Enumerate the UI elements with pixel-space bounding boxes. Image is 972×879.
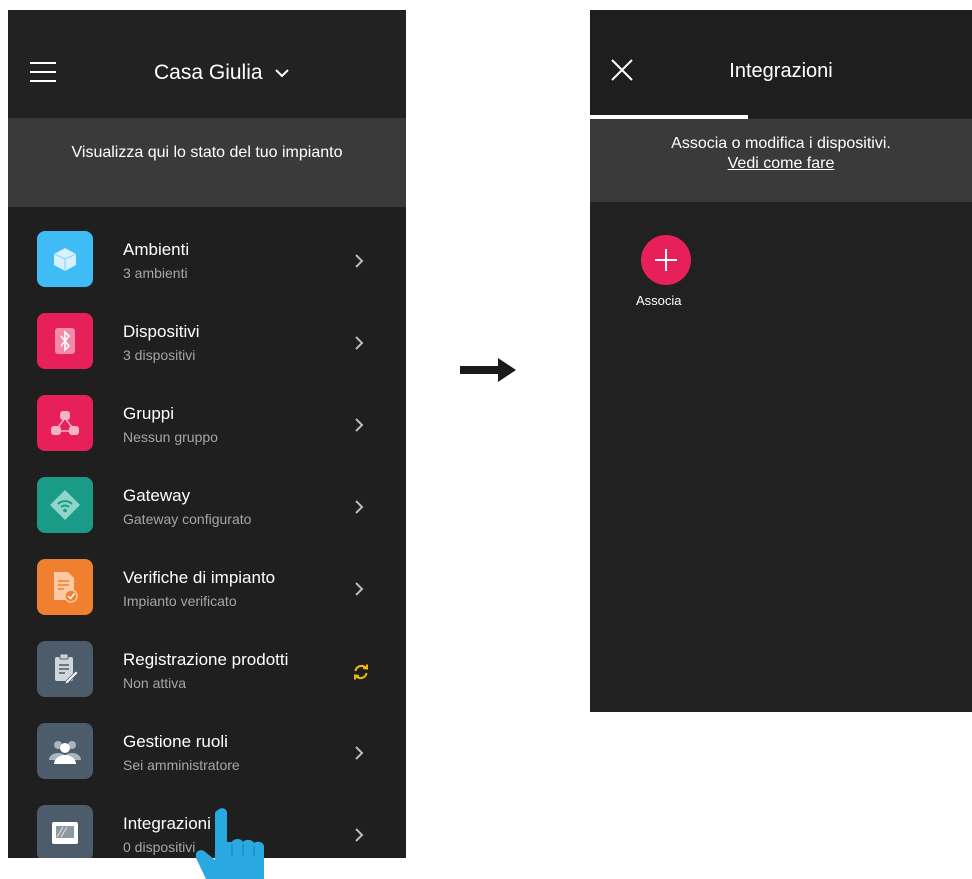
home-selector[interactable]: Casa Giulia — [154, 58, 289, 88]
menu-item-subtitle: 0 dispositivi — [123, 839, 196, 855]
home-name: Casa Giulia — [154, 61, 263, 84]
menu-item-verifiche[interactable]: Verifiche di impianto Impianto verificat… — [8, 543, 406, 625]
menu-item-registrazione[interactable]: Registrazione prodotti Non attiva — [8, 625, 406, 707]
help-link[interactable]: Vedi come fare — [728, 155, 835, 173]
home-screen: Casa Giulia Visualizza qui lo stato del … — [8, 10, 406, 858]
menu-item-subtitle: Sei amministratore — [123, 757, 240, 773]
document-check-icon — [37, 559, 93, 615]
wifi-icon — [37, 477, 93, 533]
top-bar: Integrazioni — [590, 10, 972, 119]
menu-item-subtitle: 3 dispositivi — [123, 347, 196, 363]
chevron-right-icon — [355, 582, 364, 596]
chevron-down-icon — [274, 68, 289, 77]
menu-item-subtitle: 3 ambienti — [123, 265, 188, 281]
menu-item-subtitle: Impianto verificato — [123, 593, 237, 609]
bluetooth-icon — [37, 313, 93, 369]
menu-item-ambienti[interactable]: Ambienti 3 ambienti — [8, 215, 406, 297]
add-integration-label: Associa — [636, 293, 682, 308]
menu-item-dispositivi[interactable]: Dispositivi 3 dispositivi — [8, 297, 406, 379]
sync-icon — [354, 664, 368, 680]
group-icon — [37, 395, 93, 451]
top-bar: Casa Giulia — [8, 10, 406, 118]
menu-item-title: Registrazione prodotti — [123, 650, 289, 669]
menu-item-subtitle: Nessun gruppo — [123, 429, 218, 445]
menu-item-title: Verifiche di impianto — [123, 568, 276, 587]
page-title: Integrazioni — [729, 60, 833, 82]
chevron-right-icon — [355, 254, 364, 268]
screen-icon — [37, 805, 93, 858]
menu-item-title: Dispositivi — [123, 322, 200, 341]
integrations-screen: Integrazioni Associa o modifica i dispos… — [590, 10, 972, 712]
chevron-right-icon — [355, 418, 364, 432]
menu-item-gruppi[interactable]: Gruppi Nessun gruppo — [8, 379, 406, 461]
integrations-list: Associa — [590, 202, 972, 712]
menu-item-subtitle: Non attiva — [123, 675, 187, 691]
chevron-right-icon — [355, 828, 364, 842]
users-icon — [37, 723, 93, 779]
chevron-right-icon — [355, 336, 364, 350]
chevron-right-icon — [355, 746, 364, 760]
menu-item-subtitle: Gateway configurato — [123, 511, 252, 527]
clipboard-edit-icon — [37, 641, 93, 697]
status-banner: Visualizza qui lo stato del tuo impianto — [8, 118, 406, 207]
info-banner: Associa o modifica i dispositivi. Vedi c… — [590, 119, 972, 202]
menu-item-title: Gestione ruoli — [123, 732, 228, 751]
menu-item-title: Gateway — [123, 486, 191, 505]
menu-item-title: Ambienti — [123, 240, 190, 259]
menu-item-title: Gruppi — [123, 404, 175, 423]
status-text: Visualizza qui lo stato del tuo impianto — [71, 144, 343, 161]
menu-item-gestione-ruoli[interactable]: Gestione ruoli Sei amministratore — [8, 707, 406, 789]
menu-list: Ambienti 3 ambienti Dispositivi 3 dispos… — [8, 207, 406, 858]
cube-icon — [37, 231, 93, 287]
hamburger-menu-icon[interactable] — [30, 62, 56, 84]
info-text: Associa o modifica i dispositivi. — [671, 135, 891, 152]
chevron-right-icon — [355, 500, 364, 514]
menu-item-gateway[interactable]: Gateway Gateway configurato — [8, 461, 406, 543]
add-integration-button[interactable] — [641, 235, 691, 285]
arrow-right-icon — [460, 358, 516, 382]
tap-hand-icon — [196, 808, 264, 879]
